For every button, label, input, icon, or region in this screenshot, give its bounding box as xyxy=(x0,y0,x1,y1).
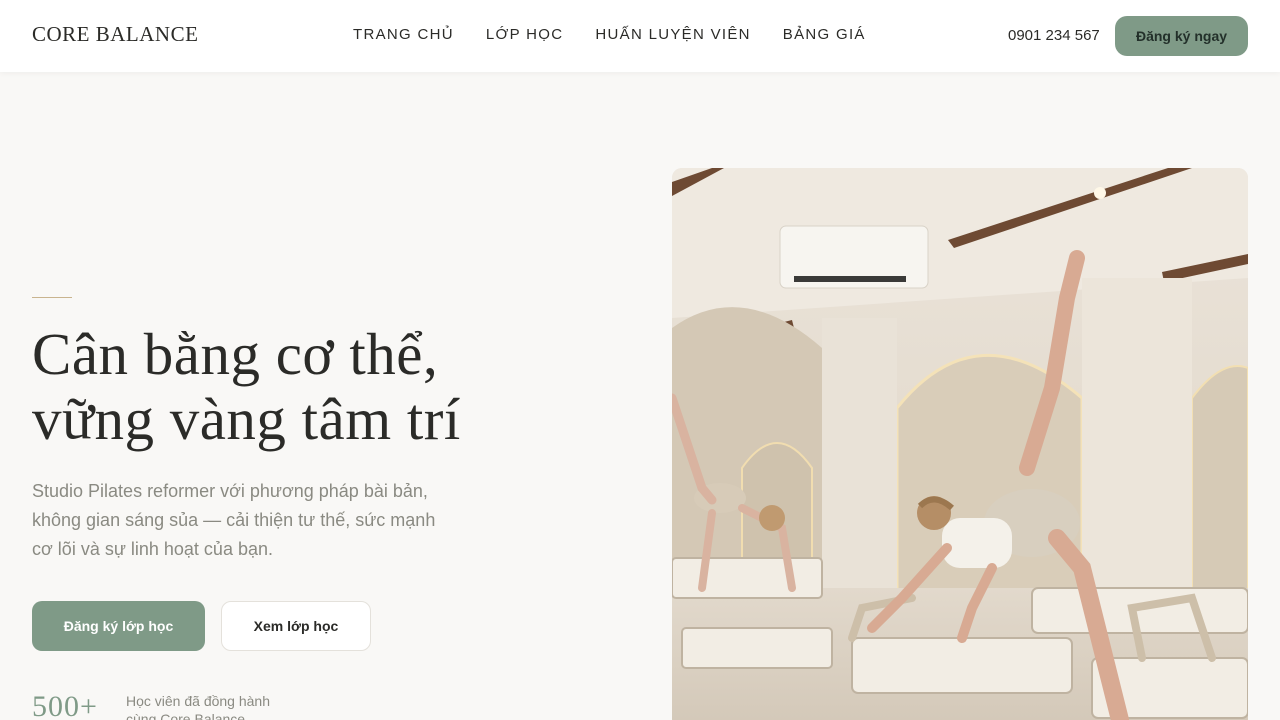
hero-title-line-1: Cân bằng cơ thể, xyxy=(32,321,439,387)
hero-description-line-1: Studio Pilates reformer với phương pháp … xyxy=(32,481,428,501)
nav-item-pricing[interactable]: BẢNG GIÁ xyxy=(783,26,866,43)
studio-photo xyxy=(672,168,1248,720)
hero-title: Cân bằng cơ thể, vững vàng tâm trí xyxy=(32,322,461,452)
site-header: CORE BALANCE TRANG CHỦ LỚP HỌC HUẤN LUYỆ… xyxy=(0,0,1280,72)
nav-item-classes[interactable]: LỚP HỌC xyxy=(486,26,564,43)
view-classes-button[interactable]: Xem lớp học xyxy=(221,601,371,651)
hero-description-line-3: cơ lõi và sự linh hoạt của bạn. xyxy=(32,539,273,559)
nav-item-trainers[interactable]: HUẤN LUYỆN VIÊN xyxy=(595,26,750,43)
student-count-label-line-1: Học viên đã đồng hành xyxy=(126,693,270,709)
hero-title-line-2: vững vàng tâm trí xyxy=(32,386,461,452)
main-nav: TRANG CHỦ LỚP HỌC HUẤN LUYỆN VIÊN BẢNG G… xyxy=(353,26,866,43)
student-count-label-line-2: cùng Core Balance xyxy=(126,711,246,720)
student-count: 500+ xyxy=(32,690,98,720)
phone-number[interactable]: 0901 234 567 xyxy=(1008,27,1100,44)
hero-description-line-2: không gian sáng sủa — cải thiện tư thế, … xyxy=(32,510,436,530)
accent-divider xyxy=(32,297,72,298)
nav-item-home[interactable]: TRANG CHỦ xyxy=(353,26,454,43)
hero-description: Studio Pilates reformer với phương pháp … xyxy=(32,477,482,564)
register-now-button[interactable]: Đăng ký ngay xyxy=(1115,16,1248,56)
register-class-button[interactable]: Đăng ký lớp học xyxy=(32,601,205,651)
brand-logo[interactable]: CORE BALANCE xyxy=(32,22,198,47)
student-count-label: Học viên đã đồng hành cùng Core Balance xyxy=(126,692,270,720)
